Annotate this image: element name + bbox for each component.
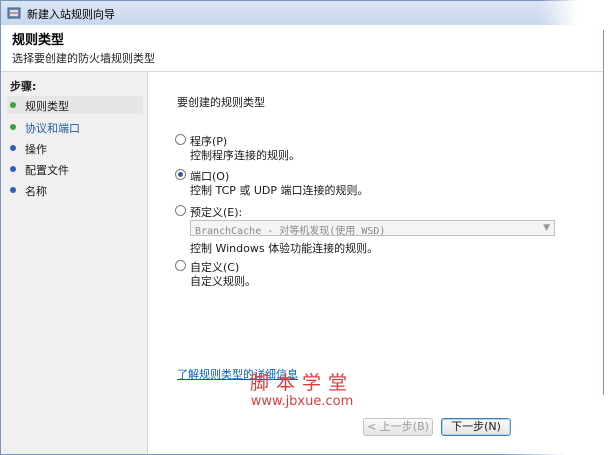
edge-fade-top bbox=[540, 0, 610, 30]
select-value: BranchCache - 对等机发现(使用 WSD) bbox=[195, 226, 386, 237]
step-action[interactable]: 操作 bbox=[7, 139, 143, 157]
step-bullet-icon bbox=[10, 124, 16, 130]
option-label[interactable]: 预定义(E): bbox=[190, 204, 242, 220]
chevron-down-icon[interactable]: ▼ bbox=[543, 223, 550, 233]
step-bullet-icon bbox=[10, 166, 16, 172]
port-radio[interactable] bbox=[175, 169, 186, 180]
watermark: 脚本学堂 www.jbxue.com bbox=[246, 368, 358, 409]
step-label: 协议和端口 bbox=[25, 122, 80, 135]
back-button[interactable]: < 上一步(B) bbox=[363, 418, 433, 436]
step-name[interactable]: 名称 bbox=[7, 181, 143, 199]
step-label: 规则类型 bbox=[25, 100, 69, 113]
steps-sidebar: 步骤: 规则类型 协议和端口 操作 配置文件 名称 bbox=[1, 72, 148, 454]
option-description: 控制程序连接的规则。 bbox=[190, 149, 300, 162]
option-description: 控制 TCP 或 UDP 端口连接的规则。 bbox=[190, 184, 369, 197]
page-title: 规则类型 bbox=[12, 33, 65, 48]
step-label: 配置文件 bbox=[25, 164, 69, 177]
predefined-radio[interactable] bbox=[175, 205, 186, 216]
option-description: 控制 Windows 体验功能连接的规则。 bbox=[190, 242, 379, 255]
rule-type-question: 要创建的规则类型 bbox=[177, 96, 265, 109]
step-label: 操作 bbox=[25, 143, 47, 156]
steps-label: 步骤: bbox=[10, 80, 37, 93]
page-subtitle: 选择要创建的防火墙规则类型 bbox=[12, 52, 155, 65]
edge-fade bbox=[500, 395, 610, 455]
step-profile[interactable]: 配置文件 bbox=[7, 160, 143, 178]
step-rule-type[interactable]: 规则类型 bbox=[7, 96, 143, 114]
program-radio[interactable] bbox=[175, 134, 186, 145]
wizard-header: 规则类型 选择要创建的防火墙规则类型 bbox=[1, 25, 603, 72]
watermark-url: www.jbxue.com bbox=[250, 394, 354, 409]
option-description: 自定义规则。 bbox=[190, 275, 256, 288]
firewall-icon bbox=[7, 7, 21, 19]
step-bullet-icon bbox=[10, 145, 16, 151]
window-title: 新建入站规则向导 bbox=[27, 8, 115, 21]
step-bullet-icon bbox=[10, 187, 16, 193]
step-label: 名称 bbox=[25, 185, 47, 198]
step-protocol-port[interactable]: 协议和端口 bbox=[7, 118, 143, 136]
title-bar[interactable]: 新建入站规则向导 bbox=[1, 1, 603, 26]
custom-radio[interactable] bbox=[175, 260, 186, 271]
watermark-text: 脚本学堂 bbox=[249, 372, 354, 394]
step-bullet-icon bbox=[10, 102, 16, 108]
predefined-rule-select[interactable]: BranchCache - 对等机发现(使用 WSD) ▼ bbox=[190, 220, 555, 237]
